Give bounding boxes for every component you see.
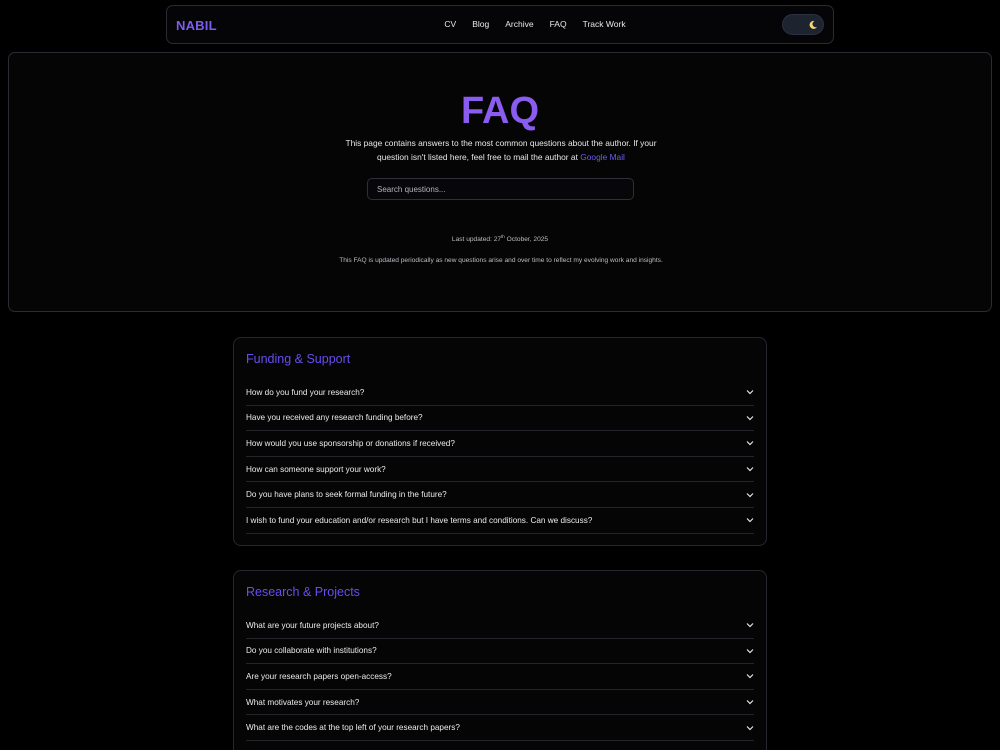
faq-item[interactable]: Have you received any research funding b…: [246, 406, 754, 432]
question-text: What are the codes at the top left of yo…: [246, 723, 460, 733]
faq-item[interactable]: What motivates your research?: [246, 690, 754, 716]
nav-link-faq[interactable]: FAQ: [550, 19, 567, 29]
chevron-down-icon: [746, 389, 754, 395]
faq-section-research: Research & Projects What are your future…: [233, 570, 767, 750]
section-title: Funding & Support: [246, 352, 351, 366]
question-text: How would you use sponsorship or donatio…: [246, 438, 455, 448]
hero-description: This page contains answers to the most c…: [339, 136, 663, 164]
nav-link-blog[interactable]: Blog: [472, 19, 489, 29]
faq-item[interactable]: What are the codes at the top left of yo…: [246, 715, 754, 741]
chevron-down-icon: [746, 673, 754, 679]
chevron-down-icon: [746, 415, 754, 421]
chevron-down-icon: [746, 440, 754, 446]
nav-link-archive[interactable]: Archive: [505, 19, 533, 29]
nav-link-track-work[interactable]: Track Work: [583, 19, 626, 29]
chevron-down-icon: [746, 466, 754, 472]
navbar: NABIL CV Blog Archive FAQ Track Work: [166, 5, 834, 44]
search-input[interactable]: [367, 178, 634, 200]
last-updated: Last updated: 27th October, 2025: [9, 234, 991, 243]
nav-link-cv[interactable]: CV: [444, 19, 456, 29]
question-text: Do you collaborate with institutions?: [246, 646, 377, 656]
chevron-down-icon: [746, 622, 754, 628]
page-title: FAQ: [9, 90, 991, 133]
faq-hero: FAQ This page contains answers to the mo…: [8, 52, 992, 312]
chevron-down-icon: [746, 517, 754, 523]
faq-item[interactable]: How can someone support your work?: [246, 457, 754, 483]
question-text: Are your research papers open-access?: [246, 671, 392, 681]
question-text: Have you received any research funding b…: [246, 413, 423, 423]
question-text: How can someone support your work?: [246, 464, 386, 474]
nav-links: CV Blog Archive FAQ Track Work: [167, 19, 833, 29]
question-text: Do you have plans to seek formal funding…: [246, 490, 447, 500]
faq-item[interactable]: Do you have plans to seek formal funding…: [246, 482, 754, 508]
faq-item[interactable]: How would you use sponsorship or donatio…: [246, 431, 754, 457]
faq-item[interactable]: How do you fund your research?: [246, 380, 754, 406]
last-updated-suffix: October, 2025: [504, 236, 549, 244]
question-list: How do you fund your research? Have you …: [246, 380, 754, 534]
faq-item[interactable]: Are your research papers open-access?: [246, 664, 754, 690]
last-updated-prefix: Last updated: 27: [451, 236, 502, 244]
question-list: What are your future projects about? Do …: [246, 613, 754, 741]
question-text: What motivates your research?: [246, 697, 360, 707]
faq-item[interactable]: I wish to fund your education and/or res…: [246, 508, 754, 534]
chevron-down-icon: [746, 492, 754, 498]
chevron-down-icon: [746, 699, 754, 705]
faq-item[interactable]: Do you collaborate with institutions?: [246, 639, 754, 665]
theme-toggle[interactable]: [782, 14, 824, 35]
question-text: How do you fund your research?: [246, 387, 365, 397]
hero-note: This FAQ is updated periodically as new …: [339, 257, 663, 264]
question-text: What are your future projects about?: [246, 620, 379, 630]
faq-section-funding: Funding & Support How do you fund your r…: [233, 337, 767, 546]
moon-icon: [807, 19, 818, 30]
section-title: Research & Projects: [246, 585, 360, 599]
chevron-down-icon: [746, 725, 754, 731]
faq-item[interactable]: What are your future projects about?: [246, 613, 754, 639]
google-mail-link[interactable]: Google Mail: [580, 152, 625, 162]
chevron-down-icon: [746, 648, 754, 654]
question-text: I wish to fund your education and/or res…: [246, 515, 593, 525]
